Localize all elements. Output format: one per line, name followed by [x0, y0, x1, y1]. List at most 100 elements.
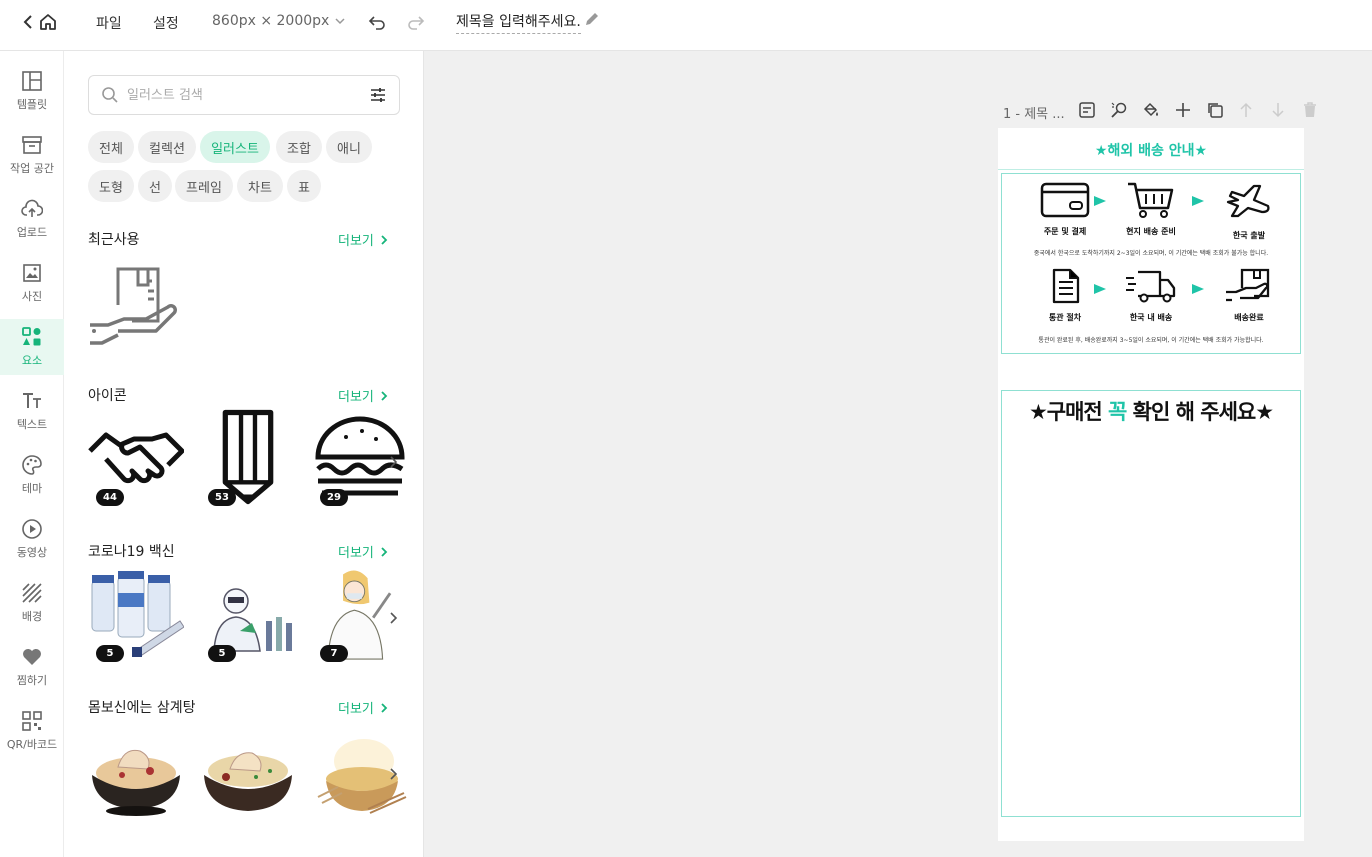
more-link-samgyetang[interactable]: 더보기 — [338, 698, 388, 717]
file-menu[interactable]: 파일 — [96, 13, 122, 33]
chip-combo[interactable]: 조합 — [276, 131, 322, 163]
move-down-icon[interactable] — [1270, 101, 1286, 119]
chip-illustration[interactable]: 일러스트 — [200, 131, 270, 163]
count-badge: 7 — [320, 645, 348, 662]
more-link-recent[interactable]: 더보기 — [338, 230, 388, 249]
rail-item-background[interactable]: 배경 — [0, 575, 64, 631]
search-icon — [102, 87, 118, 103]
notice-box[interactable] — [1001, 390, 1301, 817]
chip-collection[interactable]: 컬렉션 — [138, 131, 196, 163]
chip-shape[interactable]: 도형 — [88, 170, 134, 202]
chip-frame[interactable]: 프레임 — [175, 170, 233, 202]
headline-accent: 꼭 — [1108, 400, 1127, 424]
design-page[interactable]: ★해외 배송 안내★ 주문 및 결제 현지 배송 준비 한국 출발 중국에서 한… — [998, 128, 1304, 841]
step-label: 한국 내 배송 — [1129, 313, 1173, 322]
step-korea-departure[interactable]: 한국 출발 — [1204, 182, 1294, 241]
rail-item-qr[interactable]: QR/바코드 — [0, 703, 64, 759]
rail-item-theme[interactable]: 테마 — [0, 447, 64, 503]
section-title-recent: 최근사용 — [88, 232, 140, 248]
chevron-left-icon — [23, 15, 32, 29]
rail-item-photo[interactable]: 사진 — [0, 255, 64, 311]
rail-item-upload[interactable]: 업로드 — [0, 191, 64, 247]
more-link-icons[interactable]: 더보기 — [338, 386, 388, 405]
redo-icon[interactable] — [406, 12, 426, 32]
chip-table[interactable]: 표 — [287, 170, 321, 202]
memo-icon[interactable] — [1078, 101, 1096, 119]
rail-item-template[interactable]: 템플릿 — [0, 63, 64, 119]
step-label: 통관 절차 — [1048, 313, 1082, 322]
move-up-icon[interactable] — [1238, 101, 1254, 119]
chip-anime[interactable]: 애니 — [326, 131, 372, 163]
search-input[interactable] — [127, 87, 357, 103]
add-page-icon[interactable] — [1174, 101, 1192, 119]
rail-label: 배경 — [21, 610, 43, 623]
step-delivered[interactable]: 배송완료 — [1204, 268, 1294, 323]
rail-label: QR/바코드 — [6, 738, 58, 751]
settings-menu[interactable]: 설정 — [153, 13, 179, 33]
arrow-right-icon — [1192, 196, 1204, 206]
chevron-right-icon[interactable] — [389, 611, 399, 625]
step-domestic-delivery[interactable]: 한국 내 배송 — [1106, 268, 1196, 323]
duplicate-page-icon[interactable] — [1206, 101, 1224, 119]
heart-icon — [23, 649, 41, 665]
headline-post: 확인 해 주세요★ — [1126, 400, 1274, 424]
card-icon — [1040, 182, 1090, 218]
chevron-right-icon[interactable] — [389, 767, 399, 781]
rail-item-elements[interactable]: 요소 — [0, 319, 64, 375]
section-title-icons: 아이콘 — [88, 388, 127, 404]
more-label: 더보기 — [338, 546, 374, 561]
section-title-vaccine: 코로나19 백신 — [88, 544, 175, 560]
banner-title[interactable]: ★해외 배송 안내★ — [998, 140, 1304, 160]
rail-item-video[interactable]: 동영상 — [0, 511, 64, 567]
rail-label: 찜하기 — [16, 674, 48, 687]
magic-search-icon[interactable] — [1110, 101, 1128, 119]
step-order-payment[interactable]: 주문 및 결제 — [1020, 182, 1110, 237]
package-hand-icon[interactable] — [88, 265, 184, 361]
document-title-input[interactable]: 제목을 입력해주세요. — [456, 11, 581, 34]
step-label: 주문 및 결제 — [1043, 227, 1087, 236]
left-rail: 템플릿 작업 공간 업로드 사진 요소 텍스트 테마 동영상 배경 찜하기 QR… — [0, 51, 64, 857]
step-label: 현지 배송 준비 — [1126, 227, 1176, 236]
notice-headline[interactable]: ★구매전 꼭 확인 해 주세요★ — [998, 396, 1304, 426]
document-icon — [1052, 268, 1080, 304]
step-customs[interactable]: 통관 절차 — [1020, 268, 1110, 323]
step-local-prep[interactable]: 현지 배송 준비 — [1106, 182, 1196, 237]
rail-item-favorite[interactable]: 찜하기 — [0, 639, 64, 695]
count-badge: 44 — [96, 489, 124, 506]
rail-label: 템플릿 — [16, 98, 48, 111]
shipping-note-1[interactable]: 중국에서 한국으로 도착하기까지 2~3일이 소요되며, 이 기간에는 택배 조… — [1004, 248, 1298, 257]
arrow-right-icon — [1094, 284, 1106, 294]
chip-line[interactable]: 선 — [138, 170, 172, 202]
filter-icon[interactable] — [369, 86, 387, 104]
pencil-icon[interactable] — [584, 11, 600, 27]
top-bar: 파일 설정 860px × 2000px 제목을 입력해주세요. — [0, 0, 1372, 51]
more-link-vaccine[interactable]: 더보기 — [338, 542, 388, 561]
shipping-note-2[interactable]: 통관이 완료된 후, 배송완료까지 3~5일이 소요되며, 이 기간에는 택배 … — [1004, 335, 1298, 344]
chevron-right-icon[interactable] — [389, 455, 399, 469]
background-icon — [22, 583, 42, 603]
rail-label: 동영상 — [16, 546, 48, 559]
canvas-size-dropdown[interactable]: 860px × 2000px — [212, 13, 345, 29]
paint-bucket-icon[interactable] — [1142, 101, 1160, 119]
undo-icon[interactable] — [367, 12, 387, 32]
rail-item-text[interactable]: 텍스트 — [0, 383, 64, 439]
rail-label: 업로드 — [16, 226, 48, 239]
cart-icon — [1128, 182, 1174, 218]
step-label: 배송완료 — [1234, 313, 1264, 322]
chip-chart[interactable]: 차트 — [237, 170, 283, 202]
trash-icon[interactable] — [1302, 101, 1318, 119]
samgyetang-pot-illustration[interactable] — [88, 727, 184, 823]
qr-icon — [22, 711, 42, 731]
page-label[interactable]: 1 - 제목 ... — [1003, 103, 1065, 122]
samgyetang-bowl-illustration[interactable] — [200, 731, 296, 827]
more-label: 더보기 — [338, 390, 374, 405]
more-label: 더보기 — [338, 702, 374, 717]
home-icon — [40, 14, 56, 30]
count-badge: 29 — [320, 489, 348, 506]
template-icon — [22, 71, 42, 91]
package-hand-icon — [1226, 268, 1270, 302]
chip-all[interactable]: 전체 — [88, 131, 134, 163]
arrow-right-icon — [1094, 196, 1106, 206]
back-home-button[interactable] — [22, 12, 58, 32]
rail-item-workspace[interactable]: 작업 공간 — [0, 127, 64, 183]
